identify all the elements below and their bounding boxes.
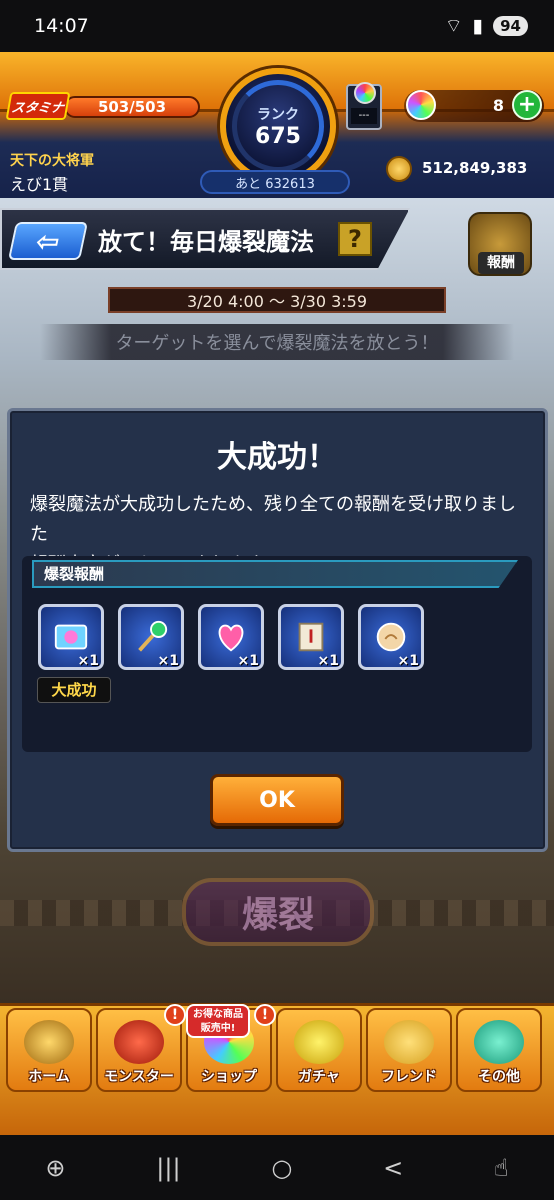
dialog-title: 大成功！ xyxy=(217,440,337,475)
reward-button-label[interactable]: 報酬 xyxy=(478,252,524,274)
stamina-label: スタミナ xyxy=(5,92,71,120)
rainbow-item-icon xyxy=(354,82,376,104)
success-tag: 大成功 xyxy=(37,677,111,703)
gamepad-icon[interactable]: ⊕ xyxy=(45,1154,65,1182)
monster-dragon-icon xyxy=(114,1020,164,1064)
player-name: えび1貫 xyxy=(10,175,69,194)
wifi-icon: ⌔ xyxy=(444,15,463,37)
nav-monster[interactable]: モンスター ! xyxy=(96,1004,186,1092)
reward-item-list: ×1 ×1 ×1 ×1 ×1 xyxy=(38,604,424,674)
nav-label: ショップ xyxy=(201,1069,257,1085)
event-period: 3/20 4:00 ～ 3/30 3:59 xyxy=(108,287,446,313)
reward-qty: ×1 xyxy=(397,653,419,669)
burst-button[interactable]: 爆裂 xyxy=(182,878,374,946)
item-count: --- xyxy=(351,108,377,124)
orb-icon xyxy=(406,90,436,120)
reward-qty: ×1 xyxy=(77,653,99,669)
event-hint: ターゲットを選んで爆裂魔法を放とう！ xyxy=(40,324,514,360)
nav-label: モンスター xyxy=(104,1069,174,1085)
nav-other[interactable]: その他 xyxy=(456,1008,542,1092)
wand-icon xyxy=(138,620,168,652)
orb-counter: 8 + xyxy=(404,90,544,122)
heart-potion-icon xyxy=(218,624,244,652)
reward-qty: ×1 xyxy=(317,653,339,669)
stamina-meter: 503/503 スタミナ xyxy=(5,90,200,122)
battery-indicator: 94 xyxy=(493,16,528,36)
touch-lock-icon[interactable]: ☝ xyxy=(494,1154,509,1182)
reward-item[interactable]: ×1 xyxy=(358,604,424,670)
rank-label: ランク xyxy=(257,106,299,123)
buy-orb-button[interactable]: + xyxy=(512,90,542,120)
nav-friend[interactable]: フレンド xyxy=(366,1008,452,1092)
ticket-icon xyxy=(54,624,88,650)
status-bar: 14:07 ⌔ ▮ 94 xyxy=(0,0,554,52)
alert-badge: ! xyxy=(164,1004,186,1026)
back-nav-button[interactable]: < xyxy=(383,1154,403,1182)
sale-tag: お得な商品 販売中! xyxy=(186,1004,250,1038)
nav-label: ホーム xyxy=(28,1069,70,1085)
rank-value: 675 xyxy=(255,123,301,149)
reward-qty: ×1 xyxy=(237,653,259,669)
help-button[interactable]: ? xyxy=(338,222,372,256)
player-title: 天下の大将軍 xyxy=(10,153,94,169)
bottom-nav-items: ホーム モンスター ! ショップ ! ガチャ フレンド その他 xyxy=(6,1004,542,1092)
item-slot[interactable]: --- xyxy=(346,82,382,130)
gacha-egg-icon xyxy=(294,1020,344,1064)
alert-badge: ! xyxy=(254,1004,276,1026)
coin-icon xyxy=(386,156,412,182)
next-rank-exp: あと 632613 xyxy=(200,170,350,194)
friend-balloons-icon xyxy=(384,1020,434,1064)
other-menu-icon xyxy=(474,1020,524,1064)
recents-button[interactable]: ||| xyxy=(156,1154,180,1182)
cookie-icon xyxy=(376,622,406,652)
rank-badge[interactable]: ランク 675 xyxy=(220,68,336,184)
home-gate-icon xyxy=(24,1020,74,1064)
nav-home[interactable]: ホーム xyxy=(6,1008,92,1092)
orb-count: 8 xyxy=(492,96,504,115)
reward-section-header: 爆裂報酬 xyxy=(32,560,518,588)
back-button[interactable]: ⇦ xyxy=(7,222,89,260)
nav-label: その他 xyxy=(478,1069,520,1085)
reward-item[interactable]: ×1 xyxy=(198,604,264,670)
signal-icon: ▮ xyxy=(472,15,484,37)
scroll-icon xyxy=(298,622,324,652)
nav-label: フレンド xyxy=(381,1069,437,1085)
nav-gacha[interactable]: ガチャ xyxy=(276,1008,362,1092)
home-button[interactable]: ○ xyxy=(271,1154,292,1182)
reward-qty: ×1 xyxy=(157,653,179,669)
ok-button[interactable]: OK xyxy=(210,774,344,826)
stamina-bar: 503/503 xyxy=(64,96,200,118)
coin-count: 512,849,383 xyxy=(422,159,528,177)
reward-item[interactable]: ×1 xyxy=(38,604,104,670)
event-title: 放て！毎日爆裂魔法 xyxy=(98,228,314,256)
clock: 14:07 xyxy=(34,15,89,37)
nav-label: ガチャ xyxy=(298,1069,340,1085)
android-nav-bar: ⊕ ||| ○ < ☝ xyxy=(0,1135,554,1200)
reward-item[interactable]: ×1 xyxy=(118,604,184,670)
reward-item[interactable]: ×1 xyxy=(278,604,344,670)
dialog-message-line-1: 爆裂魔法が大成功したため、残り全ての報酬を受け取りました xyxy=(30,494,516,545)
